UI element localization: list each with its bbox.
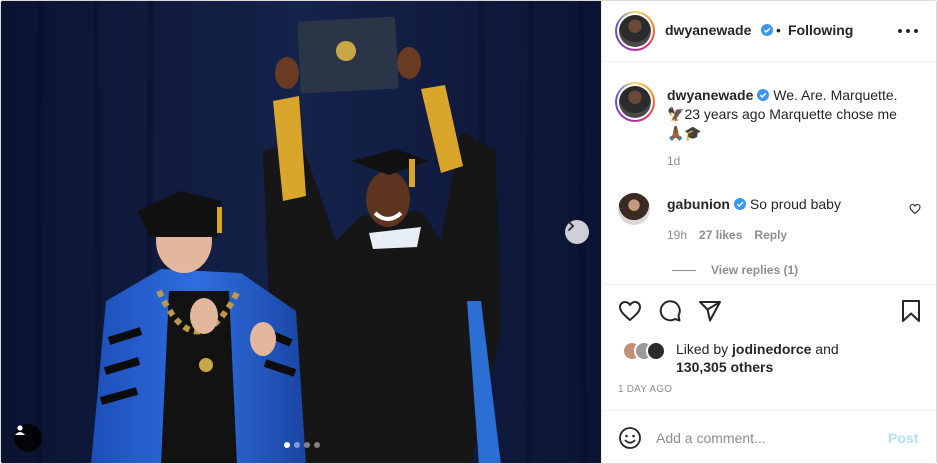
caption-emojis: 🙏🏾🎓 bbox=[667, 125, 702, 141]
author-username[interactable]: dwyanewade bbox=[665, 22, 751, 38]
liked-by-avatars bbox=[622, 341, 670, 361]
chevron-right-icon bbox=[568, 221, 575, 231]
comment-likes[interactable]: 27 likes bbox=[699, 228, 742, 242]
comment-icon[interactable] bbox=[658, 299, 682, 323]
heart-icon[interactable] bbox=[618, 299, 642, 323]
header-separator: • bbox=[776, 22, 781, 38]
user-tag-icon bbox=[15, 425, 25, 435]
comment-reply-button[interactable]: Reply bbox=[754, 228, 787, 242]
post-actions: Liked by jodinedorce and 130,305 others … bbox=[602, 284, 936, 410]
caption-author-avatar[interactable] bbox=[615, 82, 655, 122]
carousel-indicator bbox=[284, 442, 320, 448]
tagged-users-button[interactable] bbox=[14, 424, 42, 452]
post-header: dwyanewade • Following bbox=[602, 1, 936, 62]
comment-like-heart-icon[interactable] bbox=[909, 203, 921, 215]
commenter-avatar[interactable] bbox=[618, 193, 650, 225]
verified-badge-icon bbox=[734, 198, 746, 210]
add-comment-bar: Post bbox=[602, 410, 936, 463]
share-icon[interactable] bbox=[698, 299, 722, 323]
author-avatar[interactable] bbox=[615, 11, 655, 51]
following-button[interactable]: Following bbox=[788, 22, 853, 38]
comment-username[interactable]: gabunion bbox=[667, 196, 730, 212]
carousel-dot bbox=[294, 442, 300, 448]
verified-badge-icon bbox=[761, 24, 773, 36]
caption-username[interactable]: dwyanewade bbox=[667, 87, 753, 103]
verified-badge-icon bbox=[757, 89, 770, 101]
carousel-dot bbox=[314, 442, 320, 448]
emoji-icon[interactable] bbox=[618, 426, 642, 450]
liked-by-others[interactable]: 130,305 others bbox=[676, 359, 773, 375]
comment-input[interactable] bbox=[656, 428, 876, 448]
instagram-post: dwyanewade • Following dwyanewade We. Ar… bbox=[0, 0, 937, 464]
replies-divider bbox=[672, 270, 696, 271]
eagle-emoji: 🦅 bbox=[667, 106, 685, 122]
caption-text-line2: 23 years ago Marquette chose me bbox=[684, 106, 897, 122]
more-options-icon[interactable] bbox=[898, 23, 918, 39]
caption-text-line1: We. Are. Marquette. bbox=[773, 87, 898, 103]
graduation-photo bbox=[1, 1, 601, 463]
post-media[interactable] bbox=[1, 1, 601, 463]
liked-by-label: Liked by bbox=[676, 341, 729, 357]
comment-item: gabunion So proud baby bbox=[667, 195, 897, 213]
view-replies-button[interactable]: View replies (1) bbox=[711, 263, 798, 277]
comment-text: So proud baby bbox=[749, 196, 841, 212]
liked-by-and: and bbox=[815, 341, 839, 357]
carousel-dot bbox=[284, 442, 290, 448]
post-side-panel: dwyanewade • Following dwyanewade We. Ar… bbox=[601, 1, 936, 463]
bookmark-icon[interactable] bbox=[899, 299, 923, 323]
comment-age[interactable]: 19h bbox=[667, 228, 687, 242]
post-caption: dwyanewade We. Are. Marquette. 🦅23 years… bbox=[667, 86, 925, 143]
carousel-dot bbox=[304, 442, 310, 448]
carousel-next-button[interactable] bbox=[565, 220, 589, 244]
comments-section[interactable]: dwyanewade We. Are. Marquette. 🦅23 years… bbox=[602, 62, 936, 284]
post-timestamp[interactable]: 1 day ago bbox=[618, 384, 672, 395]
caption-age[interactable]: 1d bbox=[667, 154, 680, 168]
likes-summary: Liked by jodinedorce and 130,305 others bbox=[676, 340, 926, 376]
post-comment-button[interactable]: Post bbox=[888, 430, 918, 446]
comment-meta: 19h 27 likes Reply bbox=[667, 228, 787, 242]
liked-by-user[interactable]: jodinedorce bbox=[732, 341, 811, 357]
